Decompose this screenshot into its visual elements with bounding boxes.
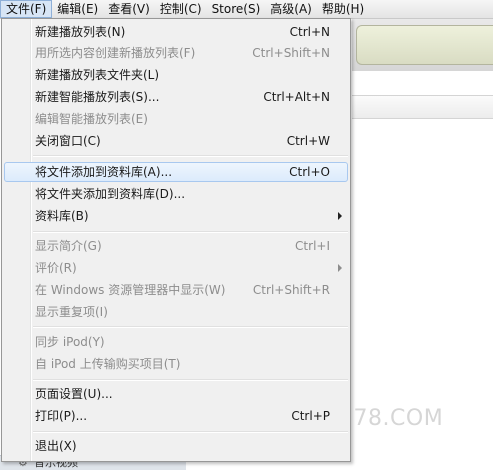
menu-item-show-duplicates[interactable]: 显示重复项(I) [4, 302, 348, 322]
menu-item-get-info[interactable]: 显示简介(G) Ctrl+I [4, 236, 348, 256]
menu-separator [33, 326, 348, 328]
menu-controls[interactable]: 控制(C) [155, 0, 207, 18]
menu-view[interactable]: 查看(V) [103, 0, 155, 18]
menu-help[interactable]: 帮助(H) [317, 0, 369, 18]
menu-item-new-smart-playlist[interactable]: 新建智能播放列表(S)... Ctrl+Alt+N [4, 87, 348, 107]
menu-item-print[interactable]: 打印(P)... Ctrl+P [4, 406, 348, 426]
menu-item-sync-ipod[interactable]: 同步 iPod(Y) [4, 332, 348, 352]
menu-advanced[interactable]: 高级(A) [265, 0, 317, 18]
menu-item-close-window[interactable]: 关闭窗口(C) Ctrl+W [4, 131, 348, 151]
menu-separator [33, 431, 348, 433]
menu-item-library-submenu[interactable]: 资料库(B) [4, 206, 348, 226]
menu-separator [33, 231, 348, 233]
menu-item-exit[interactable]: 退出(X) [4, 436, 348, 456]
lcd-status-display [356, 25, 493, 65]
menu-item-new-playlist-from-selection[interactable]: 用所选内容创建新播放列表(F) Ctrl+Shift+N [4, 43, 348, 63]
list-column-header [352, 95, 493, 119]
menubar: 文件(F) 编辑(E) 查看(V) 控制(C) Store(S) 高级(A) 帮… [0, 0, 493, 19]
menu-file[interactable]: 文件(F) [0, 0, 53, 18]
submenu-arrow-icon [338, 264, 342, 272]
menu-item-add-file-to-library[interactable]: 将文件添加到资料库(A)... Ctrl+O [4, 162, 348, 182]
menu-separator [33, 155, 348, 157]
menu-item-add-folder-to-library[interactable]: 将文件夹添加到资料库(D)... [4, 184, 348, 204]
submenu-arrow-icon [338, 212, 342, 220]
menu-item-show-in-explorer[interactable]: 在 Windows 资源管理器中显示(W) Ctrl+Shift+R [4, 280, 348, 300]
menu-item-new-playlist[interactable]: 新建播放列表(N) Ctrl+N [4, 22, 348, 42]
menu-item-rating-submenu[interactable]: 评价(R) [4, 258, 348, 278]
menu-item-transfer-purchases[interactable]: 自 iPod 上传输购买项目(T) [4, 354, 348, 374]
menu-separator [33, 379, 348, 381]
menu-item-edit-smart-playlist[interactable]: 编辑智能播放列表(E) [4, 109, 348, 129]
menu-item-page-setup[interactable]: 页面设置(U)... [4, 384, 348, 404]
menu-edit[interactable]: 编辑(E) [52, 0, 103, 18]
menu-item-new-playlist-folder[interactable]: 新建播放列表文件夹(L) [4, 65, 348, 85]
menu-store[interactable]: Store(S) [207, 0, 266, 18]
file-menu-dropdown: 新建播放列表(N) Ctrl+N 用所选内容创建新播放列表(F) Ctrl+Shif… [1, 18, 351, 462]
